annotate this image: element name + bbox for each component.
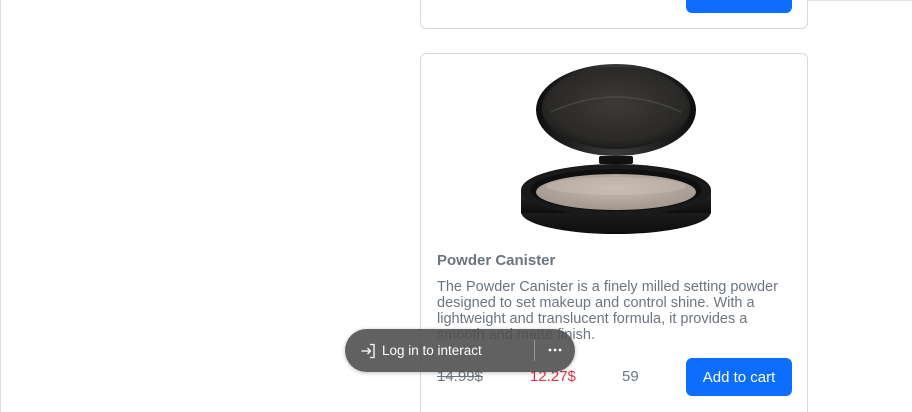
product-title: Powder Canister (437, 252, 556, 269)
login-button[interactable]: Log in to interact (345, 329, 482, 372)
login-label: Log in to interact (382, 343, 482, 358)
page: Powder Canister The Powder Canister is a… (0, 0, 912, 412)
more-options-button[interactable] (541, 336, 569, 364)
login-overlay: Log in to interact (345, 329, 575, 372)
previous-add-to-cart-button[interactable] (686, 0, 792, 13)
overlay-divider (534, 340, 535, 361)
add-to-cart-button[interactable]: Add to cart (686, 358, 792, 396)
sign-in-icon (359, 342, 377, 360)
previous-product-card (420, 0, 808, 29)
stock-count: 59 (622, 368, 639, 385)
top-divider (807, 0, 912, 1)
product-image (521, 64, 711, 234)
ellipsis-icon (548, 348, 562, 352)
